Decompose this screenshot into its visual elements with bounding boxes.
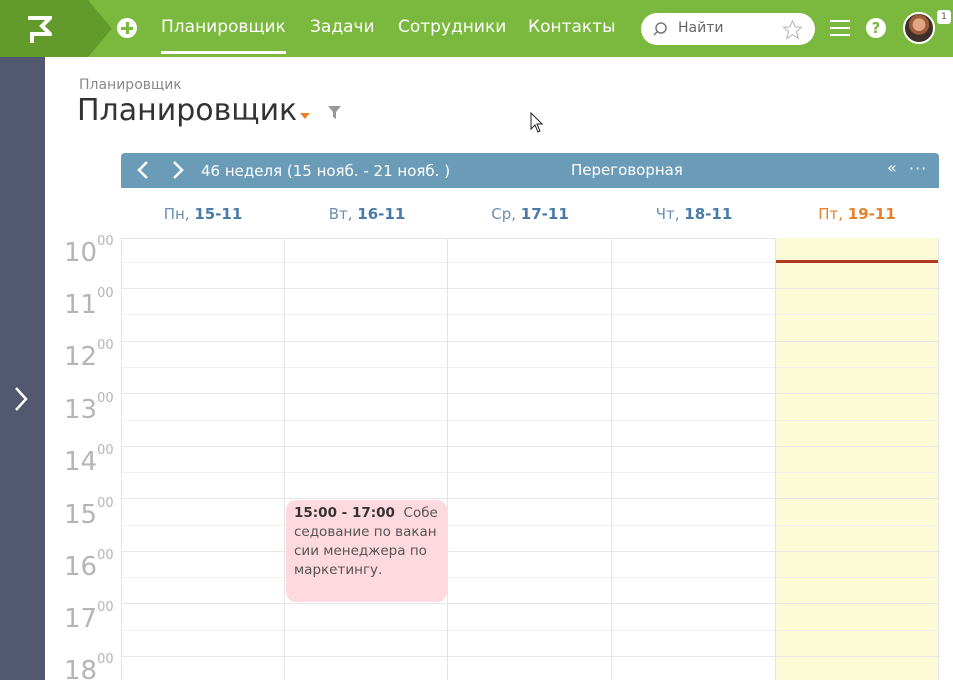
day-name: Пн, bbox=[163, 205, 190, 223]
grid-line bbox=[775, 238, 776, 680]
grid-line bbox=[121, 656, 938, 657]
nav-employees[interactable]: Сотрудники bbox=[398, 17, 506, 37]
hour-label: 1100 bbox=[64, 286, 114, 320]
day-name: Чт, bbox=[655, 205, 680, 223]
grid-line bbox=[447, 238, 448, 680]
logo-arrow bbox=[88, 0, 112, 57]
hour-label: 1000 bbox=[64, 234, 114, 268]
hour-label: 1600 bbox=[64, 548, 114, 582]
current-time-line bbox=[776, 260, 938, 263]
collapse-icon[interactable]: « bbox=[887, 158, 897, 177]
day-header[interactable]: Чт, 18-11 bbox=[612, 188, 776, 238]
hour-label: 1700 bbox=[64, 600, 114, 634]
week-label: 46 неделя (15 нояб. - 21 нояб. ) bbox=[201, 162, 451, 180]
day-name: Ср, bbox=[491, 205, 516, 223]
day-header-today[interactable]: Пт, 19-11 bbox=[775, 188, 939, 238]
grid-line bbox=[121, 238, 122, 680]
room-label: Переговорная bbox=[571, 161, 683, 179]
breadcrumb[interactable]: Планировщик bbox=[79, 77, 182, 93]
add-button[interactable] bbox=[117, 18, 137, 38]
logo[interactable] bbox=[0, 0, 88, 57]
calendar-header: 46 неделя (15 нояб. - 21 нояб. ) Перегов… bbox=[121, 153, 939, 188]
nav-contacts[interactable]: Контакты bbox=[528, 17, 616, 37]
hour-label: 1500 bbox=[64, 496, 114, 530]
notification-badge: 1 bbox=[937, 10, 951, 24]
day-header[interactable]: Пн, 15-11 bbox=[121, 188, 285, 238]
grid-line bbox=[121, 314, 938, 315]
hour-label: 1300 bbox=[64, 391, 114, 425]
page-title: Планировщик bbox=[77, 93, 298, 128]
search-placeholder: Найти bbox=[678, 20, 724, 36]
grid-line bbox=[121, 630, 938, 631]
grid-line bbox=[121, 603, 938, 604]
day-date: 16-11 bbox=[357, 205, 406, 223]
filter-icon[interactable] bbox=[328, 106, 341, 119]
nav-planner[interactable]: Планировщик bbox=[161, 17, 286, 54]
grid-line bbox=[121, 341, 938, 342]
top-navbar: Планировщик Задачи Сотрудники Контакты Н… bbox=[0, 0, 953, 57]
nav-tasks[interactable]: Задачи bbox=[310, 17, 375, 37]
sidebar-expand-rail[interactable] bbox=[0, 57, 45, 680]
grid-line bbox=[121, 367, 938, 368]
grid-line bbox=[611, 238, 612, 680]
grid-line bbox=[121, 472, 938, 473]
search-icon bbox=[653, 22, 667, 36]
grid-line bbox=[284, 238, 285, 680]
today-column[interactable] bbox=[775, 238, 938, 680]
chevron-left-icon[interactable] bbox=[134, 160, 154, 180]
day-header[interactable]: Ср, 17-11 bbox=[448, 188, 612, 238]
flag-logo-icon bbox=[28, 16, 52, 43]
mouse-cursor-icon bbox=[530, 112, 544, 133]
hour-label: 1800 bbox=[64, 652, 114, 680]
event-time: 15:00 - 17:00 bbox=[294, 505, 395, 521]
grid-line bbox=[121, 525, 938, 526]
hamburger-menu-icon[interactable] bbox=[830, 20, 850, 36]
hour-label: 1200 bbox=[64, 338, 114, 372]
hour-label: 1400 bbox=[64, 443, 114, 477]
search-input[interactable]: Найти bbox=[641, 13, 815, 45]
grid-line bbox=[121, 420, 938, 421]
day-name: Пт, bbox=[818, 205, 844, 223]
calendar-event[interactable]: 15:00 - 17:00 Собеседование по вакансии … bbox=[286, 500, 447, 602]
star-icon[interactable] bbox=[782, 19, 803, 40]
chevron-right-icon bbox=[15, 387, 28, 411]
day-date: 17-11 bbox=[520, 205, 569, 223]
grid-line bbox=[938, 238, 939, 680]
grid-line bbox=[121, 577, 938, 578]
grid-line bbox=[121, 393, 938, 394]
grid-line bbox=[121, 288, 938, 289]
day-date: 15-11 bbox=[194, 205, 243, 223]
day-date: 18-11 bbox=[684, 205, 733, 223]
day-header[interactable]: Вт, 16-11 bbox=[285, 188, 449, 238]
grid-line bbox=[121, 446, 938, 447]
grid-line bbox=[121, 498, 938, 499]
chevron-right-icon[interactable] bbox=[167, 160, 187, 180]
day-date: 19-11 bbox=[847, 205, 896, 223]
day-name: Вт, bbox=[328, 205, 353, 223]
more-options-icon[interactable]: ··· bbox=[909, 159, 927, 178]
help-icon[interactable]: ? bbox=[866, 18, 886, 38]
grid-line bbox=[121, 551, 938, 552]
avatar[interactable] bbox=[903, 12, 935, 44]
caret-down-icon[interactable] bbox=[300, 113, 310, 119]
